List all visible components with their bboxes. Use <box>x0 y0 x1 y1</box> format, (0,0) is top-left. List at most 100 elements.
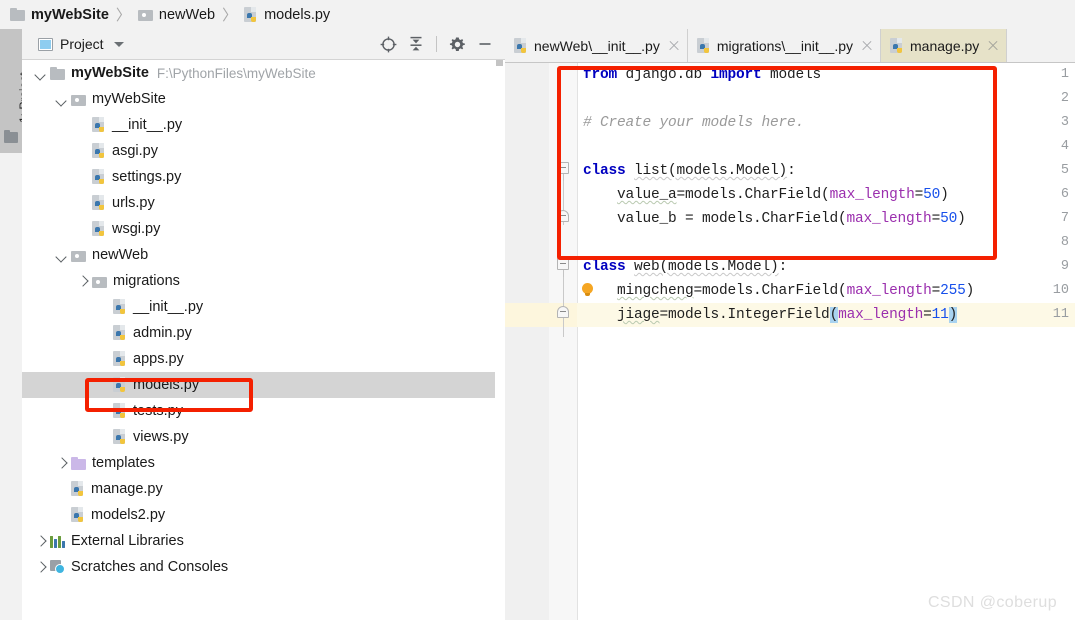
breadcrumb-item-file[interactable]: models.py <box>244 0 330 29</box>
gear-icon[interactable] <box>445 32 469 56</box>
folder-icon <box>50 66 66 80</box>
python-file-icon <box>890 37 905 54</box>
locate-icon[interactable] <box>376 32 400 56</box>
tree-row-label: myWebSite <box>71 65 149 81</box>
minimize-icon[interactable] <box>473 32 497 56</box>
breadcrumb-label: models.py <box>264 6 331 23</box>
collapse-all-icon[interactable] <box>404 32 428 56</box>
templates-folder-icon <box>71 456 87 470</box>
fold-marker-class-web[interactable] <box>557 258 570 277</box>
external-libraries-icon <box>50 535 66 548</box>
chevron-down-icon[interactable] <box>34 67 47 80</box>
editor-tab-label: manage.py <box>910 37 980 54</box>
close-icon[interactable] <box>987 40 999 52</box>
tree-row[interactable]: models.py <box>22 372 503 398</box>
editor-fold-column[interactable] <box>549 63 578 620</box>
python-file-icon <box>696 37 712 54</box>
tree-row[interactable]: models2.py <box>22 502 503 528</box>
module-folder-icon <box>71 93 87 106</box>
tree-row-label: models.py <box>133 377 200 393</box>
tree-row[interactable]: tests.py <box>22 398 503 424</box>
line-number: 9 <box>1060 259 1069 274</box>
tree-row[interactable]: asgi.py <box>22 138 503 164</box>
fold-guide-line <box>562 319 564 337</box>
code-line-11: jiage=models.IntegerField(max_length=11) <box>617 307 958 323</box>
editor-tab[interactable]: manage.py <box>881 29 1008 62</box>
code-line-10: mingcheng=models.CharField(max_length=25… <box>617 283 975 299</box>
tree-row-label: apps.py <box>133 351 184 367</box>
tree-row[interactable]: __init__.py <box>22 294 503 320</box>
tree-row[interactable]: settings.py <box>22 164 503 190</box>
tool-window-button-project[interactable]: 1: Project <box>0 29 31 153</box>
left-tool-strip: 1: Project <box>0 29 31 620</box>
editor-tab[interactable]: migrations\__init__.py <box>687 29 882 62</box>
chevron-right-icon[interactable] <box>55 457 68 470</box>
tree-row[interactable]: newWeb <box>22 242 503 268</box>
tree-row[interactable]: urls.py <box>22 190 503 216</box>
code-line-1: from django.db import models <box>583 67 822 83</box>
close-icon[interactable] <box>861 40 873 52</box>
chevron-right-icon[interactable] <box>76 275 89 288</box>
editor-area: newWeb\__init__.py migrations\__init__.py… <box>505 29 1075 620</box>
tree-row[interactable]: __init__.py <box>22 112 503 138</box>
line-number: 6 <box>1060 187 1069 202</box>
line-number: 8 <box>1060 235 1069 250</box>
chevron-right-icon: 〉 <box>115 7 131 24</box>
python-file-icon <box>113 351 128 367</box>
breadcrumb-item-project[interactable]: myWebSite <box>10 0 109 29</box>
python-file-icon <box>113 429 128 445</box>
tree-row[interactable]: apps.py <box>22 346 503 372</box>
code-line-6: value_a=models.CharField(max_length=50) <box>617 187 949 203</box>
chevron-down-icon[interactable] <box>113 41 124 47</box>
project-tree[interactable]: myWebSite F:\PythonFiles\myWebSite myWebSi… <box>22 60 504 620</box>
tree-row-label: asgi.py <box>112 143 158 159</box>
python-file-icon <box>113 325 128 341</box>
editor-tab-label: migrations\__init__.py <box>716 37 854 54</box>
chevron-down-icon[interactable] <box>55 249 68 262</box>
tree-row-label: settings.py <box>112 169 182 185</box>
tree-row[interactable]: External Libraries <box>22 528 503 554</box>
tree-row[interactable]: admin.py <box>22 320 503 346</box>
tree-row[interactable]: migrations <box>22 268 503 294</box>
tree-row[interactable]: wsgi.py <box>22 216 503 242</box>
project-panel-title: Project <box>60 36 104 52</box>
code-line-3: # Create your models here. <box>583 115 805 131</box>
editor-gutter[interactable] <box>505 63 549 620</box>
chevron-right-icon[interactable] <box>34 561 47 574</box>
tree-row[interactable]: templates <box>22 450 503 476</box>
code-editor[interactable]: 1 2 3 4 5 6 7 8 9 10 11 from django.db import mode… <box>505 63 1075 620</box>
tree-row[interactable]: myWebSite F:\PythonFiles\myWebSite <box>22 60 503 86</box>
tree-row[interactable]: manage.py <box>22 476 503 502</box>
module-folder-icon <box>92 275 108 288</box>
toolbar-divider <box>436 36 437 52</box>
fold-marker-class-web-end[interactable] <box>557 306 570 319</box>
tree-row-label: __init__.py <box>112 117 183 133</box>
chevron-down-icon[interactable] <box>55 93 68 106</box>
line-number: 2 <box>1060 91 1069 106</box>
tree-row[interactable]: views.py <box>22 424 503 450</box>
tab-bar-filler <box>1007 29 1075 62</box>
tree-row[interactable]: Scratches and Consoles <box>22 554 503 580</box>
close-icon[interactable] <box>668 40 680 52</box>
tree-row-label: urls.py <box>112 195 155 211</box>
tree-row[interactable]: myWebSite <box>22 86 503 112</box>
project-tree-scrollbar[interactable] <box>495 60 504 620</box>
chevron-right-icon[interactable] <box>34 535 47 548</box>
editor-tab-label: newWeb\__init__.py <box>534 37 660 54</box>
breadcrumb-item-package[interactable]: newWeb <box>137 0 215 29</box>
editor-tab[interactable]: newWeb\__init__.py <box>505 29 688 62</box>
editor-tab-bar: newWeb\__init__.py migrations\__init__.py… <box>505 29 1075 63</box>
python-file-icon <box>92 117 107 133</box>
fold-marker-class-list-end[interactable] <box>557 210 570 223</box>
python-file-icon <box>113 299 128 315</box>
tree-row-path: F:\PythonFiles\myWebSite <box>156 65 316 81</box>
fold-marker-class-list[interactable] <box>557 162 570 181</box>
python-file-icon <box>92 143 107 159</box>
line-number: 11 <box>1052 307 1069 322</box>
scrollbar-thumb[interactable] <box>496 60 503 66</box>
